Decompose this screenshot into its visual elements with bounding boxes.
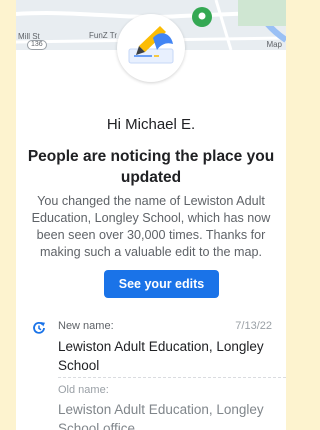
edit-date: 7/13/22 bbox=[235, 320, 272, 332]
body-text: You changed the name of Lewiston Adult E… bbox=[31, 194, 271, 259]
new-name-value: Lewiston Adult Education, Longley School bbox=[58, 339, 264, 373]
email-card: Mill St 136 FunZ Tr Map Hi Michael E. Pe… bbox=[16, 0, 286, 430]
old-name-label: Old name: bbox=[58, 384, 109, 396]
hero-illustration bbox=[117, 14, 185, 82]
see-your-edits-button[interactable]: See your edits bbox=[104, 270, 219, 298]
new-name-label: New name: bbox=[58, 320, 114, 332]
pencil-edit-icon bbox=[128, 26, 174, 64]
old-name-value: Lewiston Adult Education, Longley School… bbox=[58, 402, 264, 430]
edit-history-icon bbox=[31, 320, 47, 341]
headline: People are noticing the place you update… bbox=[27, 148, 275, 186]
divider bbox=[58, 377, 286, 378]
map-route-label: 136 bbox=[27, 40, 47, 50]
map-place-label: FunZ Tr bbox=[89, 31, 118, 40]
greeting: Hi Michael E. bbox=[106, 116, 196, 133]
map-corner-label: Map bbox=[266, 40, 282, 49]
